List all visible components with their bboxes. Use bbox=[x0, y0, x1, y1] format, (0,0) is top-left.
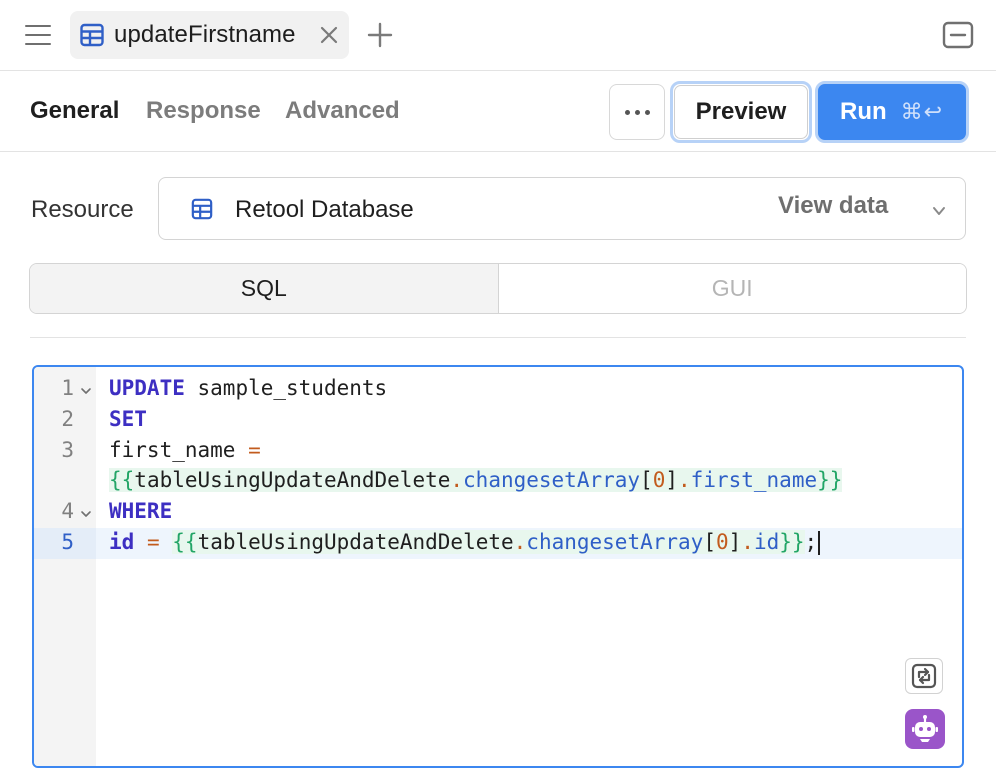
tab-general[interactable]: General bbox=[30, 97, 119, 125]
ai-assistant-button[interactable] bbox=[905, 709, 945, 749]
query-tab-title: updateFirstname bbox=[114, 21, 296, 48]
resource-name: Retool Database bbox=[235, 196, 414, 223]
query-tab[interactable]: updateFirstname bbox=[70, 11, 349, 59]
line-number: 1 bbox=[61, 376, 74, 400]
line-number: 4 bbox=[61, 499, 74, 523]
divider bbox=[30, 337, 966, 338]
tab-response[interactable]: Response bbox=[146, 97, 261, 125]
view-data-link[interactable]: View data bbox=[778, 192, 888, 220]
code-line: first_name = bbox=[109, 438, 261, 462]
code-line-wrapped: {{tableUsingUpdateAndDelete.changesetArr… bbox=[109, 468, 843, 492]
resource-label: Resource bbox=[31, 196, 134, 223]
ai-assistant-robot-icon bbox=[912, 715, 938, 742]
table-icon bbox=[191, 198, 213, 220]
chevron-down-icon[interactable] bbox=[931, 203, 947, 219]
sql-code-editor[interactable]: 1 2 3 4 5 UPDATE sample_students SET fir… bbox=[32, 365, 964, 768]
more-horizontal-icon bbox=[624, 109, 630, 115]
line-number: 3 bbox=[61, 438, 74, 462]
preview-button[interactable]: Preview bbox=[670, 81, 812, 143]
code-line: WHERE bbox=[109, 499, 173, 523]
fold-chevron-icon[interactable] bbox=[80, 385, 92, 397]
code-line: UPDATE sample_students bbox=[109, 376, 388, 400]
collapse-panel-icon[interactable] bbox=[942, 21, 974, 49]
run-button-label: Run bbox=[840, 98, 887, 125]
close-icon[interactable] bbox=[317, 23, 341, 47]
more-options-button[interactable] bbox=[609, 84, 665, 140]
preview-button-label: Preview bbox=[695, 98, 787, 125]
plus-icon[interactable] bbox=[366, 21, 394, 49]
text-cursor bbox=[818, 531, 821, 555]
hamburger-menu-icon[interactable] bbox=[24, 23, 52, 47]
mode-sql[interactable]: SQL bbox=[30, 264, 499, 313]
run-shortcut-hint: ⌘↩ bbox=[900, 99, 944, 124]
resource-select[interactable]: Retool Database View data bbox=[158, 177, 966, 240]
format-code-button[interactable] bbox=[905, 658, 943, 694]
run-button[interactable]: Run ⌘↩ bbox=[815, 81, 969, 143]
code-line: id = {{tableUsingUpdateAndDelete.changes… bbox=[109, 530, 821, 555]
mode-gui[interactable]: GUI bbox=[498, 264, 966, 313]
query-tab-bar: updateFirstname bbox=[0, 0, 996, 71]
line-number: 5 bbox=[61, 530, 74, 554]
table-icon bbox=[80, 23, 104, 47]
query-mode-toggle: SQL GUI bbox=[29, 263, 967, 314]
line-number: 2 bbox=[61, 407, 74, 431]
code-line: SET bbox=[109, 407, 147, 431]
format-code-icon bbox=[911, 663, 937, 689]
tab-advanced[interactable]: Advanced bbox=[285, 97, 400, 125]
fold-chevron-icon[interactable] bbox=[80, 508, 92, 520]
query-toolbar: General Response Advanced Preview Run ⌘↩ bbox=[0, 72, 996, 152]
